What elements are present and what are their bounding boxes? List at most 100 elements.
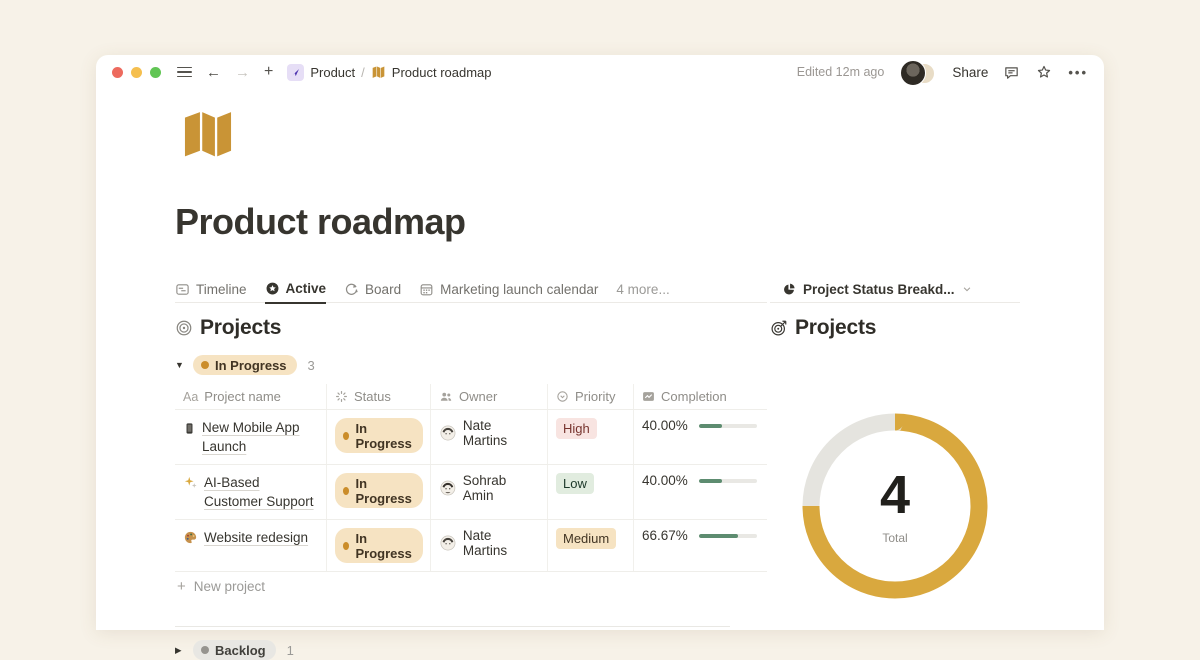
progress-bar (699, 534, 757, 538)
status-donut-chart[interactable]: 4 Total (795, 406, 995, 606)
people-icon (439, 390, 453, 404)
sidebar-toggle-icon[interactable] (177, 67, 192, 78)
avatar (439, 534, 457, 552)
table-row[interactable]: AI-Based Customer Support In Progress (175, 465, 767, 520)
goal-target-icon (770, 319, 788, 337)
comments-icon[interactable] (1003, 64, 1020, 81)
progress-bar (699, 424, 757, 428)
status-dot-icon (343, 542, 349, 550)
priority-badge: High (556, 418, 597, 439)
forward-arrow-icon[interactable]: → (235, 65, 250, 80)
group-count: 3 (308, 358, 315, 373)
share-button[interactable]: Share (952, 65, 988, 80)
project-name-link[interactable]: AI-Based Customer Support (204, 473, 318, 511)
avatar (900, 60, 926, 86)
column-header-owner[interactable]: Owner (431, 384, 548, 409)
target-icon (175, 319, 193, 337)
calendar-icon (419, 282, 434, 297)
status-dot-icon (343, 432, 349, 440)
status-badge: In Progress (193, 355, 297, 375)
table-header-row: Aa Project name Status (175, 384, 767, 410)
progress-bar (699, 479, 757, 483)
status-badge: In Progress (335, 528, 423, 563)
section-title: Projects (795, 316, 876, 340)
collapse-triangle-icon[interactable]: ▼ (175, 360, 193, 370)
owner-cell: Nate Martins (439, 528, 539, 558)
palette-icon (183, 530, 198, 545)
favorite-star-icon[interactable] (1035, 63, 1053, 81)
edited-timestamp: Edited 12m ago (797, 65, 885, 79)
project-name-link[interactable]: Website redesign (204, 528, 308, 547)
tab-marketing-launch-calendar[interactable]: Marketing launch calendar (419, 276, 598, 302)
priority-badge: Low (556, 473, 594, 494)
zoom-window-button[interactable] (150, 67, 161, 78)
new-page-icon[interactable]: + (264, 64, 273, 80)
tab-active[interactable]: Active (265, 276, 327, 304)
column-header-completion[interactable]: Completion (634, 384, 767, 409)
projects-section-heading: Projects (175, 316, 767, 340)
more-options-icon[interactable]: ••• (1068, 65, 1088, 80)
column-header-status[interactable]: Status (327, 384, 431, 409)
page-title: Product roadmap (175, 200, 1020, 244)
completion-percent: 66.67% (642, 528, 690, 543)
phone-icon (183, 420, 196, 437)
avatar (439, 479, 457, 497)
sprint-icon (344, 282, 359, 297)
breadcrumb-separator: / (361, 65, 365, 80)
section-title: Projects (200, 316, 281, 340)
completion-cell: 66.67% (642, 528, 759, 543)
status-dot-icon (201, 361, 209, 369)
completion-cell: 40.00% (642, 473, 759, 488)
status-dot-icon (343, 487, 349, 495)
completion-cell: 40.00% (642, 418, 759, 433)
priority-badge: Medium (556, 528, 616, 549)
viewer-avatars[interactable] (899, 60, 937, 85)
select-circle-icon (556, 390, 569, 403)
donut-total-value: 4 (880, 468, 910, 522)
tab-timeline[interactable]: Timeline (175, 276, 247, 302)
status-badge: In Progress (335, 473, 423, 508)
map-icon (371, 65, 386, 79)
status-badge: In Progress (335, 418, 423, 453)
new-project-button[interactable]: + New project (175, 572, 767, 600)
completion-percent: 40.00% (642, 473, 690, 488)
tab-board[interactable]: Board (344, 276, 401, 302)
breadcrumb: Product / Product roadmap (287, 64, 491, 81)
minimize-window-button[interactable] (131, 67, 142, 78)
group-backlog[interactable]: ▶ Backlog 1 (175, 640, 767, 660)
table-row[interactable]: Website redesign In Progress Nate Martin (175, 520, 767, 572)
column-header-priority[interactable]: Priority (548, 384, 634, 409)
page-map-icon[interactable] (180, 107, 236, 160)
expand-triangle-icon[interactable]: ▶ (175, 645, 193, 656)
breadcrumb-page[interactable]: Product roadmap (392, 65, 492, 80)
status-section-heading: Projects (770, 316, 1020, 340)
projects-table: Aa Project name Status (175, 384, 767, 600)
chevron-down-icon (962, 284, 972, 294)
owner-name: Sohrab Amin (463, 473, 539, 503)
view-tabs: Timeline Active (175, 276, 767, 303)
donut-total-label: Total (882, 531, 907, 545)
more-tabs-button[interactable]: 4 more... (616, 282, 669, 297)
sparkles-icon (183, 475, 198, 490)
text-icon: Aa (183, 390, 198, 404)
close-window-button[interactable] (112, 67, 123, 78)
group-count: 1 (287, 643, 294, 658)
traffic-lights (112, 67, 161, 78)
workspace-icon[interactable] (287, 64, 304, 81)
avatar (439, 424, 457, 442)
back-arrow-icon[interactable]: ← (206, 65, 221, 80)
chart-view-tab[interactable]: Project Status Breakd... (770, 276, 1020, 303)
notion-window: ← → + Product / Product roadmap Edited 1… (96, 55, 1104, 630)
breadcrumb-workspace[interactable]: Product (310, 65, 355, 80)
star-circle-icon (265, 281, 280, 296)
table-row[interactable]: New Mobile App Launch In Progress Nate M (175, 410, 767, 465)
group-in-progress[interactable]: ▼ In Progress 3 (175, 355, 767, 375)
project-name-link[interactable]: New Mobile App Launch (202, 418, 318, 456)
status-badge: Backlog (193, 640, 276, 660)
column-header-project-name[interactable]: Aa Project name (175, 384, 327, 409)
owner-name: Nate Martins (463, 418, 539, 448)
status-dot-icon (201, 646, 209, 654)
owner-cell: Nate Martins (439, 418, 539, 448)
owner-name: Nate Martins (463, 528, 539, 558)
timeline-icon (175, 282, 190, 297)
